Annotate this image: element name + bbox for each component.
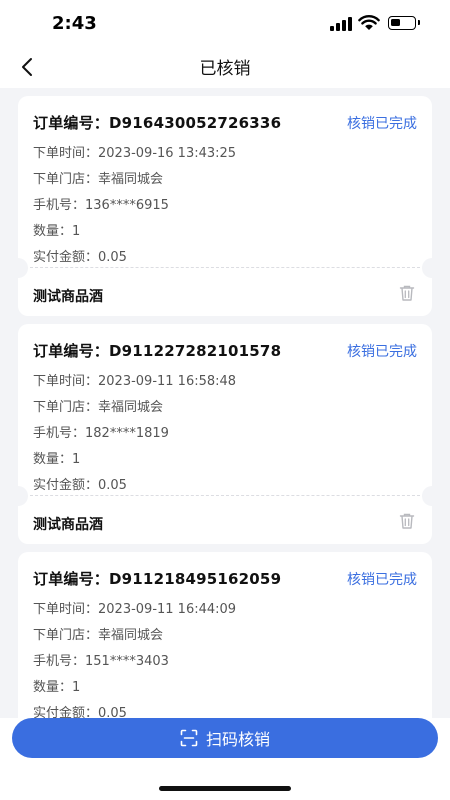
order-card-header: 订单编号：D911227282101578 核销已完成	[33, 340, 417, 364]
trash-icon[interactable]	[398, 512, 416, 530]
scan-verify-label: 扫码核销	[205, 730, 270, 749]
order-store: 下单门店：幸福同城会	[33, 628, 164, 643]
trash-icon[interactable]	[398, 284, 416, 302]
order-card-header: 订单编号：D911218495162059 核销已完成	[33, 568, 417, 592]
ticket-notch	[8, 486, 28, 506]
order-quantity: 数量：1	[33, 680, 81, 695]
order-quantity: 数量：1	[33, 224, 81, 239]
order-store: 下单门店：幸福同城会	[33, 400, 164, 415]
page-title: 已核销	[199, 59, 251, 79]
order-card[interactable]: 订单编号：D911227282101578 核销已完成 下单时间：2023-09…	[8, 324, 442, 544]
battery-icon	[388, 16, 420, 30]
order-paid-amount: 实付金额：0.05	[33, 250, 127, 265]
order-list[interactable]: 订单编号：D916430052726336 核销已完成 下单时间：2023-09…	[0, 88, 450, 718]
order-time: 下单时间：2023-09-11 16:58:48	[33, 374, 237, 389]
home-indicator	[159, 786, 291, 791]
order-card-header: 订单编号：D916430052726336 核销已完成	[33, 112, 417, 136]
status-bar: 2:43	[0, 0, 450, 46]
scan-icon	[180, 729, 198, 747]
ticket-notch	[422, 486, 442, 506]
order-paid-amount: 实付金额：0.05	[33, 706, 127, 718]
status-badge: 核销已完成	[347, 116, 417, 132]
status-badge: 核销已完成	[347, 344, 417, 360]
dashed-divider	[30, 495, 420, 496]
nav-bar: 已核销	[0, 46, 450, 88]
ticket-notch	[422, 258, 442, 278]
order-paid-amount: 实付金额：0.05	[33, 478, 127, 493]
order-phone: 手机号：151****3403	[33, 654, 169, 669]
bottom-bar: 扫码核销	[0, 718, 450, 800]
cellular-signal-icon	[330, 17, 352, 31]
wifi-icon	[358, 15, 380, 30]
order-number: 订单编号：D916430052726336	[33, 114, 282, 132]
order-card[interactable]: 订单编号：D911218495162059 核销已完成 下单时间：2023-09…	[18, 552, 432, 718]
order-phone: 手机号：136****6915	[33, 198, 169, 213]
order-phone: 手机号：182****1819	[33, 426, 169, 441]
product-name: 测试商品酒	[33, 517, 103, 533]
order-quantity: 数量：1	[33, 452, 81, 467]
status-time: 2:43	[52, 13, 97, 34]
order-time: 下单时间：2023-09-11 16:44:09	[33, 602, 237, 617]
order-store: 下单门店：幸福同城会	[33, 172, 164, 187]
scan-verify-button[interactable]: 扫码核销	[12, 718, 438, 758]
order-time: 下单时间：2023-09-16 13:43:25	[33, 146, 237, 161]
status-badge: 核销已完成	[347, 572, 417, 588]
order-number: 订单编号：D911218495162059	[33, 570, 282, 588]
order-number: 订单编号：D911227282101578	[33, 342, 282, 360]
dashed-divider	[30, 267, 420, 268]
product-name: 测试商品酒	[33, 289, 103, 305]
screen: 2:43 已核销 订单编号：D916430052726336 核销已完成 下单时…	[0, 0, 450, 800]
order-card[interactable]: 订单编号：D916430052726336 核销已完成 下单时间：2023-09…	[8, 96, 442, 316]
ticket-notch	[8, 258, 28, 278]
